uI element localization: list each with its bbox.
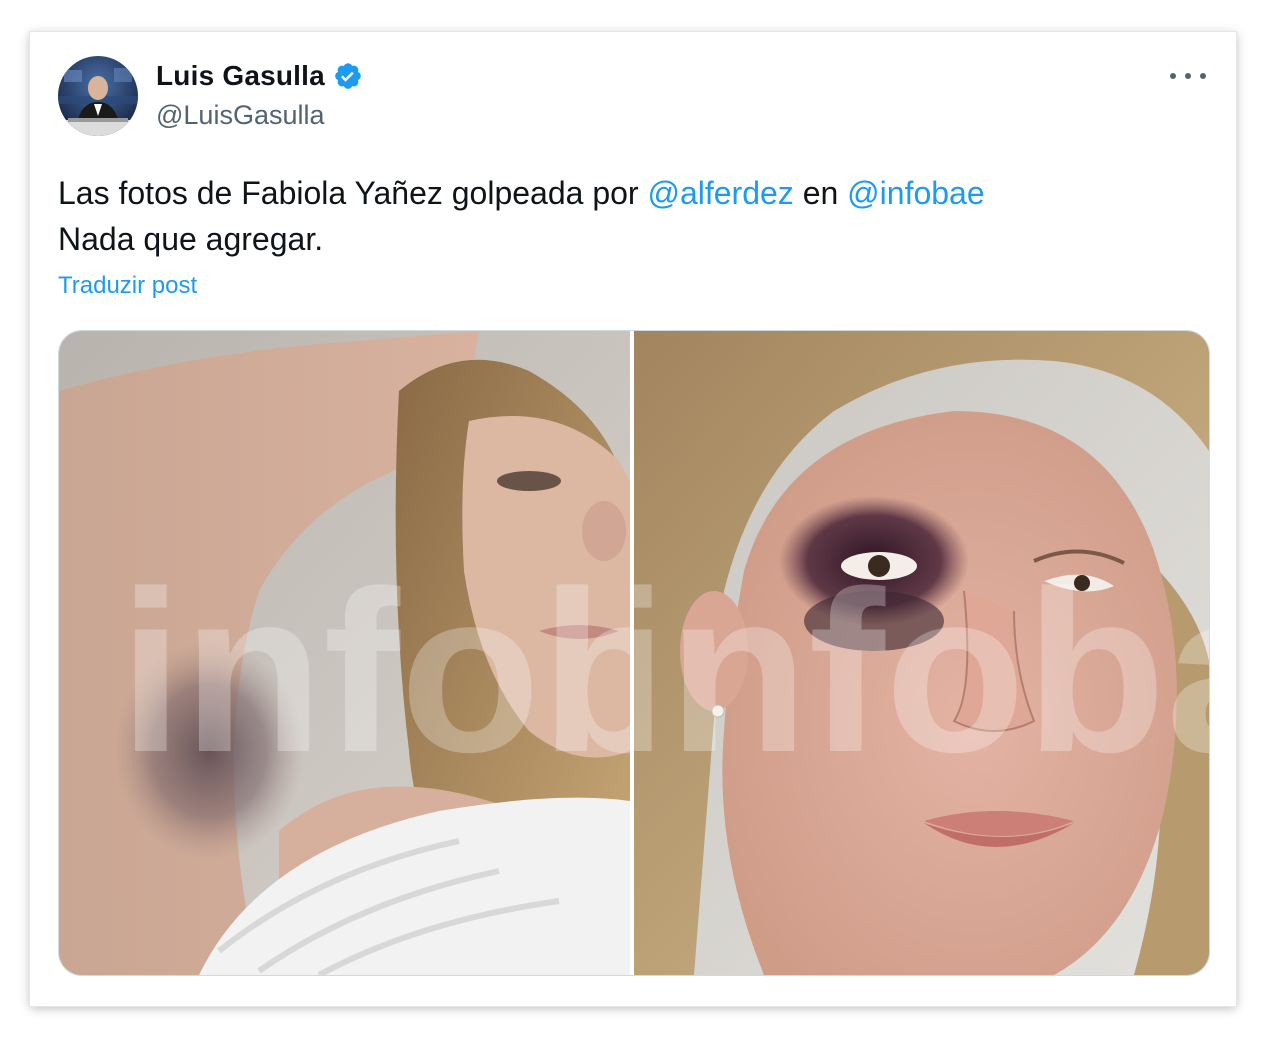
watermark-right: infobae xyxy=(634,543,1209,800)
tweet-text-line2: Nada que agregar. xyxy=(58,221,324,257)
author-name-row[interactable]: Luis Gasulla xyxy=(156,58,363,94)
watermark-left: infobae xyxy=(119,543,630,800)
mention-alferdez[interactable]: @alferdez xyxy=(647,175,793,211)
tweet-text-middle: en xyxy=(793,175,848,211)
author-display-name[interactable]: Luis Gasulla xyxy=(156,60,325,92)
verified-badge-icon xyxy=(333,61,363,91)
mention-infobae[interactable]: @infobae xyxy=(847,175,984,211)
tweet-card: Luis Gasulla @LuisGasulla Las fotos de F… xyxy=(30,32,1236,1006)
avatar[interactable] xyxy=(58,56,138,136)
photo-face-bruise[interactable]: infobae xyxy=(634,331,1209,975)
photo-arm-bruise[interactable]: infobae xyxy=(59,331,630,975)
tweet-text-prefix: Las fotos de Fabiola Yañez golpeada por xyxy=(58,175,648,211)
author-handle[interactable]: @LuisGasulla xyxy=(156,100,325,131)
tweet-text: Las fotos de Fabiola Yañez golpeada por … xyxy=(58,170,1198,262)
translate-post-link[interactable]: Traduzir post xyxy=(58,272,197,300)
tweet-media[interactable]: infobae xyxy=(58,330,1210,976)
more-horizontal-icon[interactable] xyxy=(1170,66,1206,86)
